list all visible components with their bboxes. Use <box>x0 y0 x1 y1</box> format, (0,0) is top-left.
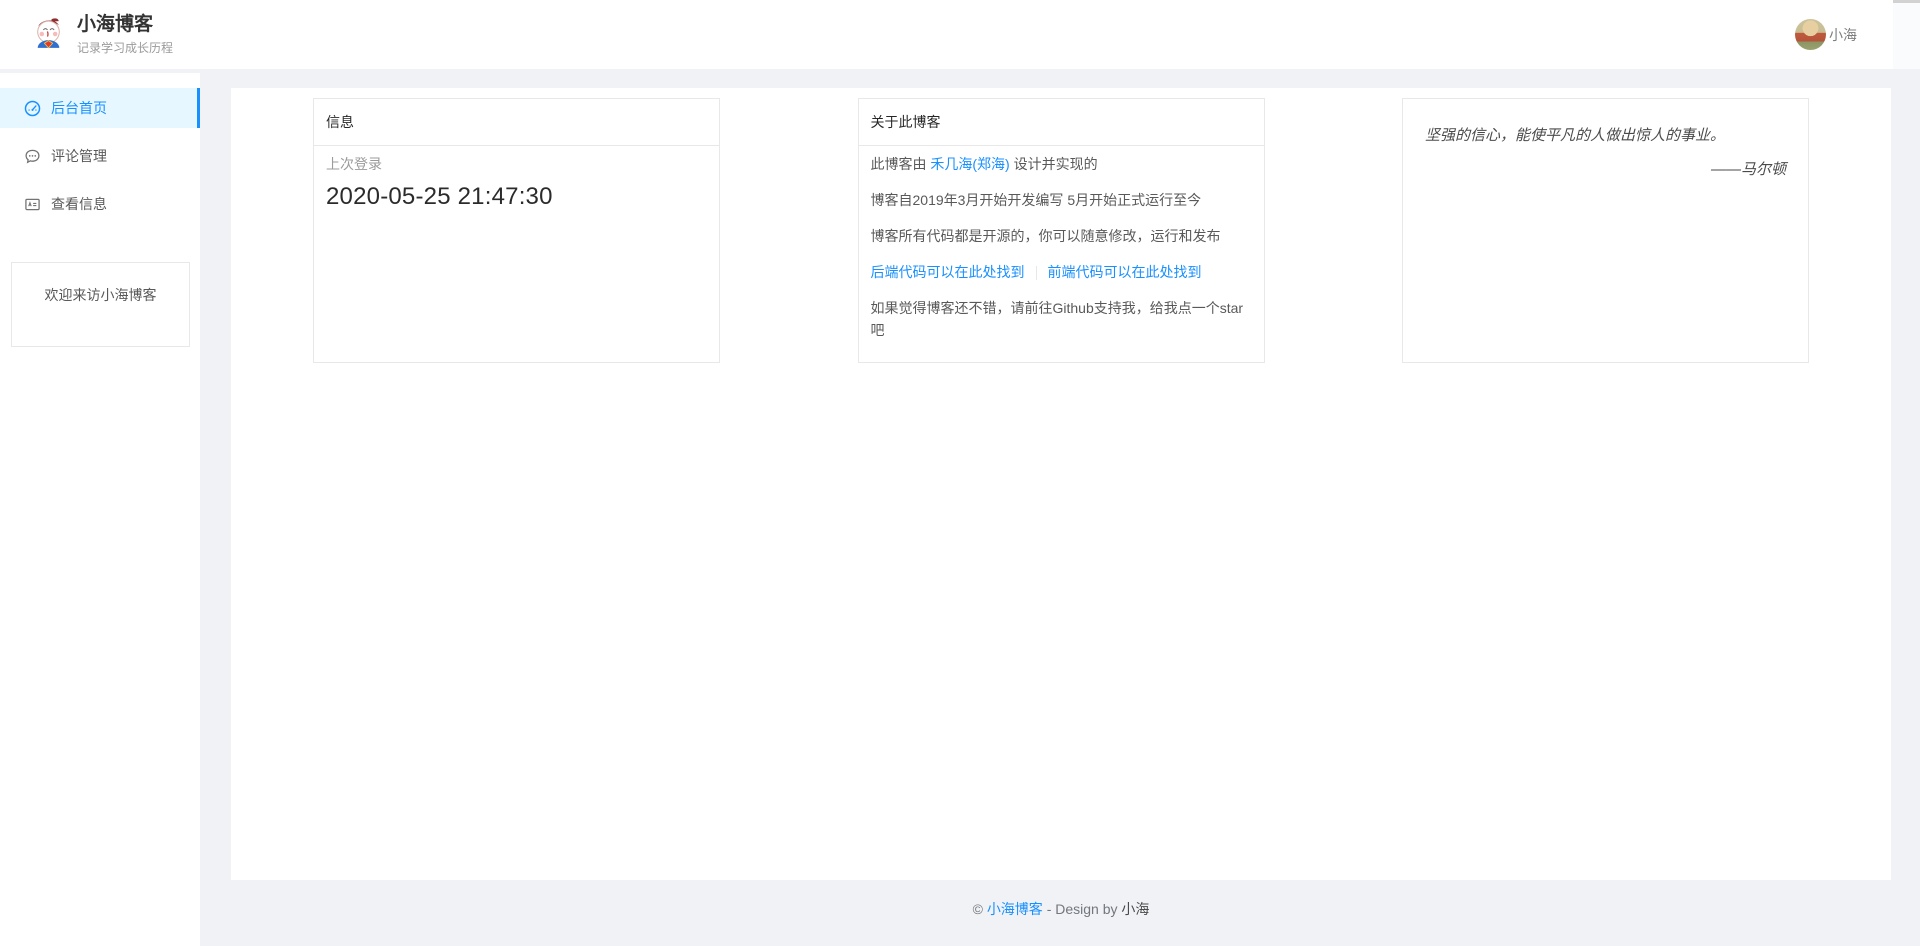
scrollbar-thumb[interactable] <box>1893 0 1920 3</box>
about-line-history: 博客自2019年3月开始开发编写 5月开始正式运行至今 <box>871 189 1252 211</box>
about-line-code-links: 后端代码可以在此处找到 前端代码可以在此处找到 <box>871 261 1252 283</box>
welcome-box: 欢迎来访小海博客 <box>11 262 190 347</box>
user-menu[interactable]: 小海 <box>1795 19 1857 50</box>
about-card: 关于此博客 此博客由 禾几海(郑海) 设计并实现的 博客自2019年3月开始开发… <box>858 98 1265 363</box>
site-title: 小海博客 <box>77 14 173 36</box>
about-card-title: 关于此博客 <box>859 99 1264 146</box>
comment-icon <box>24 148 41 165</box>
quote-card: 坚强的信心，能使平凡的人做出惊人的事业。 ——马尔顿 <box>1402 98 1809 363</box>
idcard-icon <box>24 196 41 213</box>
blog-logo-icon <box>30 16 67 53</box>
last-login-label: 上次登录 <box>326 154 707 174</box>
sidebar: 后台首页 评论管理 查看信息 欢迎来访小海博客 <box>0 73 200 946</box>
site-subtitle: 记录学习成长历程 <box>77 39 173 56</box>
footer-middle-text: - Design by <box>1043 901 1122 917</box>
copyright-symbol: © <box>973 901 987 917</box>
quote-text: 坚强的信心，能使平凡的人做出惊人的事业。 <box>1425 125 1786 147</box>
welcome-text: 欢迎来访小海博客 <box>45 287 157 303</box>
vertical-divider <box>1036 266 1037 280</box>
info-card-title: 信息 <box>314 99 719 146</box>
sidebar-item-info[interactable]: 查看信息 <box>0 184 200 224</box>
sidebar-item-comments[interactable]: 评论管理 <box>0 136 200 176</box>
scrollbar-track[interactable] <box>1893 0 1920 69</box>
footer-designer-name: 小海 <box>1121 901 1149 917</box>
sidebar-item-label: 查看信息 <box>51 194 107 214</box>
about-line-opensource: 博客所有代码都是开源的，你可以随意修改，运行和发布 <box>871 225 1252 247</box>
logo[interactable]: 小海博客 记录学习成长历程 <box>30 14 173 56</box>
frontend-code-link[interactable]: 前端代码可以在此处找到 <box>1048 264 1202 280</box>
author-link[interactable]: 禾几海(郑海) <box>930 156 1009 172</box>
about-line-author: 此博客由 禾几海(郑海) 设计并实现的 <box>871 153 1252 175</box>
about-line1-prefix: 此博客由 <box>871 156 931 172</box>
backend-code-link[interactable]: 后端代码可以在此处找到 <box>871 264 1025 280</box>
quote-author: ——马尔顿 <box>1425 159 1786 181</box>
sidebar-item-label: 后台首页 <box>51 98 107 118</box>
footer-site-link[interactable]: 小海博客 <box>987 901 1043 917</box>
user-name: 小海 <box>1829 25 1857 45</box>
sidebar-item-dashboard[interactable]: 后台首页 <box>0 88 200 128</box>
dashboard-icon <box>24 100 41 117</box>
last-login-value: 2020-05-25 21:47:30 <box>326 183 707 211</box>
about-line-star: 如果觉得博客还不错，请前往Github支持我，给我点一个star吧 <box>871 297 1252 341</box>
main-content: 信息 上次登录 2020-05-25 21:47:30 关于此博客 此博客由 禾… <box>231 88 1891 880</box>
app-header: 小海博客 记录学习成长历程 小海 <box>0 0 1920 71</box>
about-line1-suffix: 设计并实现的 <box>1010 156 1098 172</box>
user-avatar[interactable] <box>1795 19 1826 50</box>
sidebar-item-label: 评论管理 <box>51 146 107 166</box>
page-footer: © 小海博客 - Design by 小海 <box>231 899 1891 919</box>
info-card: 信息 上次登录 2020-05-25 21:47:30 <box>313 98 720 363</box>
